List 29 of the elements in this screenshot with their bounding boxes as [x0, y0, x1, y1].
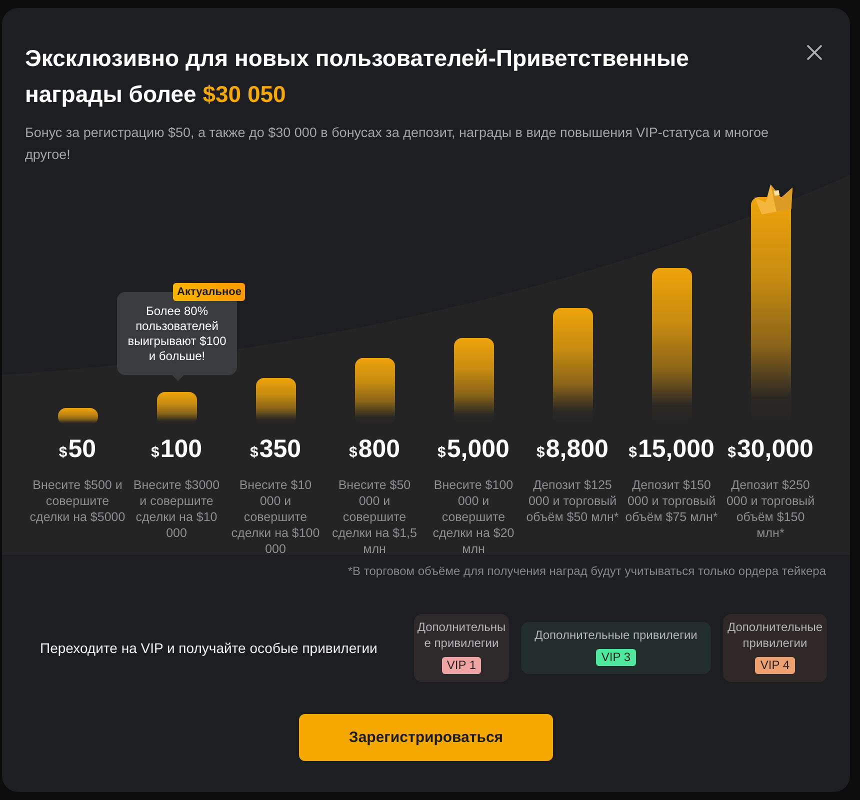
reward-amount: $100 [150, 435, 202, 465]
close-icon[interactable] [807, 45, 822, 60]
privilege-text: Дополнительные привилегии [417, 618, 506, 650]
reward-condition: Внесите $10 000 и совершите сделки на $100 000 [230, 477, 321, 557]
vip-promo-text: Переходите на VIP и получайте особые привилегии [40, 638, 378, 656]
dialog-title: Эксклюзивно для новых пользователей-Приветственные награды более $30 050 [25, 44, 690, 109]
reward-condition: Внесите $50 000 и совершите сделки на $1,5 млн [331, 477, 418, 557]
vip-tag: VIP 4 [755, 656, 795, 674]
reward-condition: Внесите $500 и совершите сделки на $5000 [30, 477, 126, 525]
reward-amount: $350 [250, 435, 302, 465]
footnote: *В торговом объёме для получения наград будут учитываться только ордера тейкера [346, 563, 827, 579]
dialog-subtitle: Бонус за регистрацию $50, а также до $30 000 в бонусах за депозит, награды в виде повышения VIP-статуса и многое другое! [25, 124, 770, 164]
reward-amount: $50 [58, 435, 96, 465]
reward-condition: Внесите $100 000 и совершите сделки на $20 млн [432, 477, 516, 557]
reward-amount: $15,000 [628, 435, 714, 465]
reward-condition: Депозит $150 000 и торговый объём $75 млн* [624, 477, 719, 525]
status-badge: Актуальное [173, 283, 246, 301]
vip-tag: VIP 1 [442, 656, 482, 674]
reward-condition: Внесите $3000 и совершите сделки на $10 000 [132, 477, 221, 541]
privilege-text: Дополнительные привилегии [534, 626, 698, 642]
reward-condition: Депозит $250 000 и торговый объём $150 млн* [725, 477, 816, 541]
reward-condition: Депозит $125 000 и торговый объём $50 млн* [525, 477, 620, 525]
reward-amount: $30,000 [728, 435, 814, 465]
register-button[interactable]: Зарегистрироваться [299, 714, 553, 761]
reward-amount: $800 [348, 435, 400, 465]
reward-amount: $5,000 [438, 435, 510, 465]
privilege-text: Дополнительные привилегии [726, 618, 824, 650]
reward-amount: $8,800 [536, 435, 608, 465]
vip-tag: VIP 3 [596, 648, 636, 666]
